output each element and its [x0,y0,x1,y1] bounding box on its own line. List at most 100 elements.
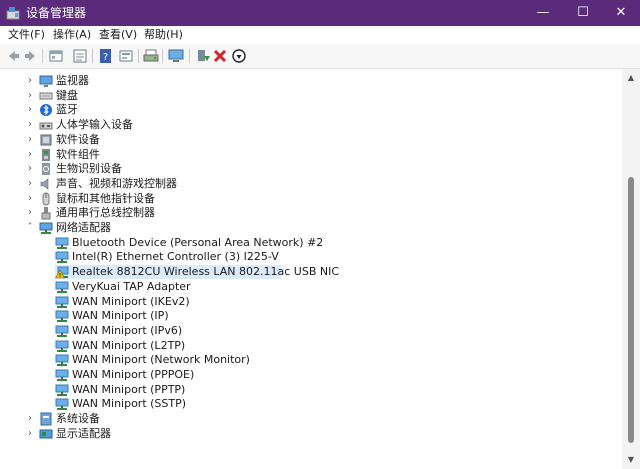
menu-action[interactable]: 操作(A) [53,28,91,42]
device-manager-window: 设备管理器 — ☐ ✕ 文件(F) 操作(A) 查看(V) 帮助(H) ? › … [0,0,640,469]
chevron-right-icon[interactable]: › [25,104,35,116]
bluetooth-icon [39,103,53,117]
toolbar-separator [162,49,163,63]
close-icon: ✕ [615,5,627,20]
network-adapter-warning-item[interactable]: Realtek 8812CU Wireless LAN 802.11ac USB… [55,265,339,280]
scroll-thumb[interactable] [628,177,634,443]
properties-icon [49,50,63,62]
back-icon [9,51,19,61]
tree-item-label: 系统设备 [56,412,100,426]
tree-item-label: WAN Miniport (Network Monitor) [72,353,250,367]
help-button[interactable]: ? [98,48,114,64]
network-adapter-icon [55,309,69,323]
display-adapter-icon [39,427,53,441]
forward-icon [25,51,35,61]
chevron-right-icon[interactable]: › [25,134,35,146]
tree-item-label: 键盘 [56,88,78,102]
update-driver-icon [198,50,210,61]
network-adapter-icon [55,339,69,353]
chevron-right-icon[interactable]: › [25,428,35,440]
keyboard-icon [39,89,53,103]
chevron-right-icon[interactable]: › [25,90,35,102]
tree-item-label: 鼠标和其他指针设备 [56,191,155,205]
chevron-right-icon[interactable]: › [25,149,35,161]
audio-icon [39,177,53,191]
hid-icon [39,118,53,132]
chevron-right-icon[interactable]: › [25,193,35,205]
view-icon [73,49,87,63]
disable-button[interactable] [231,48,247,64]
tree-item-label: Realtek 8812CU Wireless LAN 802.11ac USB… [72,265,340,279]
tree-item-label: 监视器 [56,74,89,87]
tree-item-label: Bluetooth Device (Personal Area Network)… [72,235,324,249]
chevron-right-icon[interactable]: › [25,207,35,219]
software-device-icon [39,133,53,147]
disable-icon [232,49,246,63]
system-device-icon [39,412,53,426]
chevron-right-icon[interactable]: › [25,119,35,131]
menu-bar: 文件(F) 操作(A) 查看(V) 帮助(H) [0,26,640,44]
chevron-right-icon[interactable]: › [25,163,35,175]
tree-item-label: WAN Miniport (IP) [72,309,169,323]
tree-item-label: 人体学输入设备 [56,118,133,132]
tree-item-label: 软件设备 [56,132,100,146]
toolbar-separator [189,49,190,63]
scan-hardware-button[interactable] [168,48,184,64]
tree-item-label: WAN Miniport (L2TP) [72,338,186,352]
toolbar-separator [42,49,43,63]
toolbar-separator [138,49,139,63]
tree-item-label: VeryKuai TAP Adapter [72,279,191,293]
print-button[interactable] [143,48,159,64]
menu-file[interactable]: 文件(F) [8,28,45,42]
tree-item-label: 蓝牙 [56,103,78,117]
window-title: 设备管理器 [26,6,87,20]
toolbar: ? [0,44,640,69]
help-icon: ? [100,49,111,63]
scan-hardware-icon [168,49,184,62]
forward-button[interactable] [23,48,39,64]
software-component-icon [39,148,53,162]
tree-item-label: WAN Miniport (IPv6) [72,323,183,337]
chevron-down-icon[interactable]: ˅ [25,222,35,234]
vertical-scrollbar[interactable]: ▲ ▼ [622,69,640,469]
tree-item-label: 通用串行总线控制器 [56,206,155,220]
tree-item-label: 显示适配器 [56,426,111,440]
resources-icon [119,50,133,62]
properties-button[interactable] [48,48,64,64]
maximize-icon: ☐ [577,5,589,20]
tree-item-label: WAN Miniport (SSTP) [72,397,187,411]
update-driver-button[interactable] [195,48,211,64]
menu-view[interactable]: 查看(V) [99,28,137,42]
network-adapter-icon [55,353,69,367]
tree-item-label: 生物识别设备 [56,162,122,176]
scroll-down-icon[interactable]: ▼ [626,455,636,465]
resources-button[interactable] [118,48,134,64]
network-adapter-icon [55,324,69,338]
view-button[interactable] [72,48,88,64]
tree-item-label: WAN Miniport (PPTP) [72,382,186,396]
tree-item-label: 软件组件 [56,147,100,161]
close-button[interactable]: ✕ [598,0,640,26]
network-adapter-icon [55,236,69,250]
network-adapter-icon [55,280,69,294]
network-adapter-icon [55,368,69,382]
tree-item-label: WAN Miniport (PPPOE) [72,368,195,381]
back-button[interactable] [5,48,21,64]
print-icon [143,49,159,62]
chevron-right-icon[interactable]: › [25,413,35,425]
tree-item-label: Intel(R) Ethernet Controller (3) I225-V [72,250,279,264]
tree-item-label: 网络适配器 [56,221,111,234]
network-adapter-icon [55,383,69,397]
biometric-icon [39,162,53,176]
mouse-icon [39,192,53,206]
chevron-right-icon[interactable]: › [25,75,35,87]
scroll-up-icon[interactable]: ▲ [626,73,636,83]
menu-help[interactable]: 帮助(H) [144,28,183,42]
tree-item-label: WAN Miniport (IKEv2) [72,294,190,308]
monitor-icon [39,74,53,88]
chevron-right-icon[interactable]: › [25,178,35,190]
uninstall-button[interactable] [212,48,228,64]
minimize-icon: — [536,5,550,20]
uninstall-icon [213,49,227,63]
network-adapter-icon [55,397,69,411]
